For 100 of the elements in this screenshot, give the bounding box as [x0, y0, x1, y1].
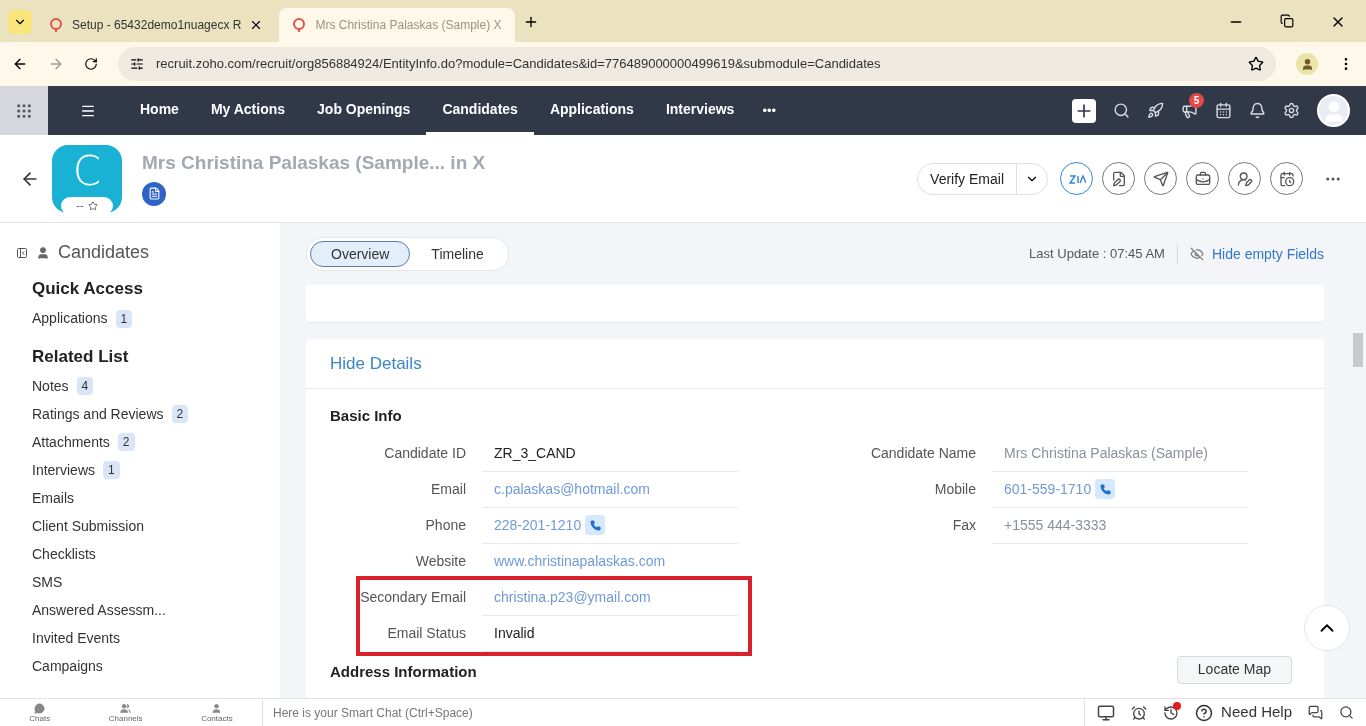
- bell-icon[interactable]: [1249, 102, 1266, 119]
- field-value: 228-201-1210: [494, 515, 582, 535]
- rocket-icon[interactable]: [1147, 102, 1164, 119]
- related-list-link[interactable]: SMS: [32, 571, 63, 593]
- resume-icon[interactable]: [142, 181, 166, 206]
- count-badge: 1: [103, 461, 120, 479]
- reload-icon[interactable]: [84, 57, 98, 71]
- field-label: Candidate ID: [383, 444, 467, 463]
- related-list-link[interactable]: Notes: [32, 375, 69, 397]
- locate-map-button[interactable]: Locate Map: [1176, 655, 1292, 684]
- last-update-text: Last Update : 07:45 AM: [1029, 244, 1178, 264]
- field-label: Website: [414, 552, 467, 571]
- hide-details-link[interactable]: Hide Details: [330, 350, 422, 377]
- related-list-link[interactable]: Emails: [32, 487, 74, 509]
- section-heading: Address Information: [330, 662, 477, 682]
- megaphone-icon[interactable]: [1181, 102, 1198, 119]
- eye-off-icon[interactable]: [1189, 247, 1204, 261]
- view-tab[interactable]: Overview: [310, 241, 411, 267]
- related-list-link[interactable]: Checklists: [32, 543, 96, 565]
- avatar-letter: C: [73, 146, 101, 196]
- nav-tab[interactable]: Interviews: [649, 86, 751, 135]
- verify-email-label[interactable]: Verify Email: [918, 163, 1017, 194]
- add-icon[interactable]: [1072, 98, 1096, 123]
- person-icon: [36, 245, 50, 260]
- chat-app-button[interactable]: Contacts: [201, 702, 233, 723]
- field-label: Email Status: [386, 624, 467, 643]
- hide-empty-fields-link[interactable]: Hide empty Fields: [1177, 243, 1324, 265]
- search-icon[interactable]: [1339, 705, 1354, 720]
- field-value: Invalid: [494, 623, 535, 643]
- section-title: Quick Access: [32, 278, 144, 300]
- nav-tab[interactable]: Home: [124, 86, 195, 135]
- app-logo-icon: [291, 17, 308, 33]
- profile-icon[interactable]: [1296, 53, 1318, 75]
- back-icon[interactable]: [12, 56, 28, 72]
- count-badge: 1: [115, 309, 133, 328]
- nav-tab[interactable]: Candidates: [426, 86, 534, 135]
- view-tab[interactable]: Timeline: [410, 241, 505, 267]
- candidate-name: Mrs Christina Palaskas (Sample... in X: [142, 151, 486, 175]
- screen-share-icon[interactable]: [1097, 703, 1116, 722]
- star-icon[interactable]: [87, 200, 98, 211]
- chat-app-label[interactable]: Chats: [29, 713, 51, 723]
- nav-tab[interactable]: My Actions: [194, 86, 302, 135]
- history-icon[interactable]: [1163, 704, 1180, 721]
- url-text: recruit.zoho.com/recruit/org856884924/EntityInfo.do?module=Candidates&id=776489000000499619&submodule=Candidates: [156, 55, 882, 74]
- site-settings-icon[interactable]: [130, 57, 144, 71]
- browser-tab[interactable]: Setup - 65432demo1nuagecx R: [36, 8, 276, 42]
- related-list-link[interactable]: Campaigns: [32, 655, 103, 677]
- related-list-link[interactable]: Client Submission: [32, 515, 145, 537]
- calendar-icon[interactable]: [1215, 102, 1232, 119]
- tab-list-button[interactable]: [8, 10, 32, 34]
- group-icon[interactable]: [120, 702, 132, 714]
- chat-app-button[interactable]: Chats: [29, 702, 51, 723]
- chat-bubble-icon[interactable]: [34, 702, 46, 714]
- search-icon[interactable]: [1113, 102, 1130, 119]
- user-avatar[interactable]: [1317, 94, 1350, 127]
- related-list-link[interactable]: Invited Events: [32, 627, 120, 649]
- smart-chat-field[interactable]: Here is your Smart Chat (Ctrl+Space): [262, 699, 1085, 726]
- related-list-link[interactable]: Interviews: [32, 459, 96, 481]
- related-list-link[interactable]: Applications: [32, 308, 108, 329]
- field-label: Candidate Name: [869, 444, 977, 463]
- notification-badge: 5: [1189, 93, 1204, 108]
- field-value: +1555 444-3333: [1004, 515, 1107, 535]
- count-badge: 4: [76, 377, 94, 395]
- rating-pill[interactable]: --: [61, 196, 113, 215]
- related-list-link[interactable]: Ratings and Reviews: [32, 403, 164, 425]
- help-icon[interactable]: [1195, 703, 1214, 722]
- chat-app-button[interactable]: Channels: [108, 702, 143, 723]
- forward-icon[interactable]: [48, 56, 64, 72]
- app-logo-icon: [48, 17, 64, 33]
- alarm-clock-icon[interactable]: [1131, 704, 1148, 721]
- person-icon[interactable]: [211, 702, 223, 714]
- chat-app-label[interactable]: Contacts: [201, 713, 233, 723]
- chat-app-label[interactable]: Channels: [108, 713, 143, 723]
- tab-title: Mrs Christina Palaskas (Sample) X: [315, 17, 503, 34]
- field-value: 601-559-1710: [1004, 479, 1092, 499]
- count-badge: 2: [117, 433, 135, 451]
- count-badge: 2: [171, 405, 189, 423]
- nav-tab[interactable]: Job Openings: [301, 86, 427, 135]
- bookmark-icon[interactable]: [1248, 56, 1264, 72]
- field-label: Email: [430, 480, 467, 499]
- field-label: Fax: [951, 516, 977, 535]
- restore-icon[interactable]: [1280, 14, 1294, 28]
- more-nav-button[interactable]: •••: [750, 100, 789, 121]
- call-icon[interactable]: [585, 515, 606, 535]
- module-title: Candidates: [58, 241, 150, 264]
- tab-title: Setup - 65432demo1nuagecx R: [72, 17, 242, 34]
- settings-icon[interactable]: [1283, 102, 1300, 119]
- field-value: Mrs Christina Palaskas (Sample): [1004, 443, 1208, 463]
- address-bar[interactable]: recruit.zoho.com/recruit/org856884924/EntityInfo.do?module=Candidates&id=776489000000499619&submodule=Candidates: [118, 47, 1276, 81]
- field-value: ZR_3_CAND: [494, 443, 576, 463]
- need-help-button[interactable]: Need Help: [1195, 701, 1292, 724]
- collapse-icon[interactable]: [16, 246, 28, 259]
- rating-text: --: [76, 198, 84, 214]
- field-label: Secondary Email: [360, 588, 467, 607]
- related-list-link[interactable]: Answered Assessm...: [32, 599, 166, 621]
- nav-tab[interactable]: Applications: [533, 86, 650, 135]
- related-list-link[interactable]: Attachments: [32, 431, 110, 453]
- messages-icon[interactable]: [1308, 705, 1323, 720]
- call-icon[interactable]: [1095, 479, 1116, 499]
- app-grid-icon[interactable]: [15, 101, 33, 120]
